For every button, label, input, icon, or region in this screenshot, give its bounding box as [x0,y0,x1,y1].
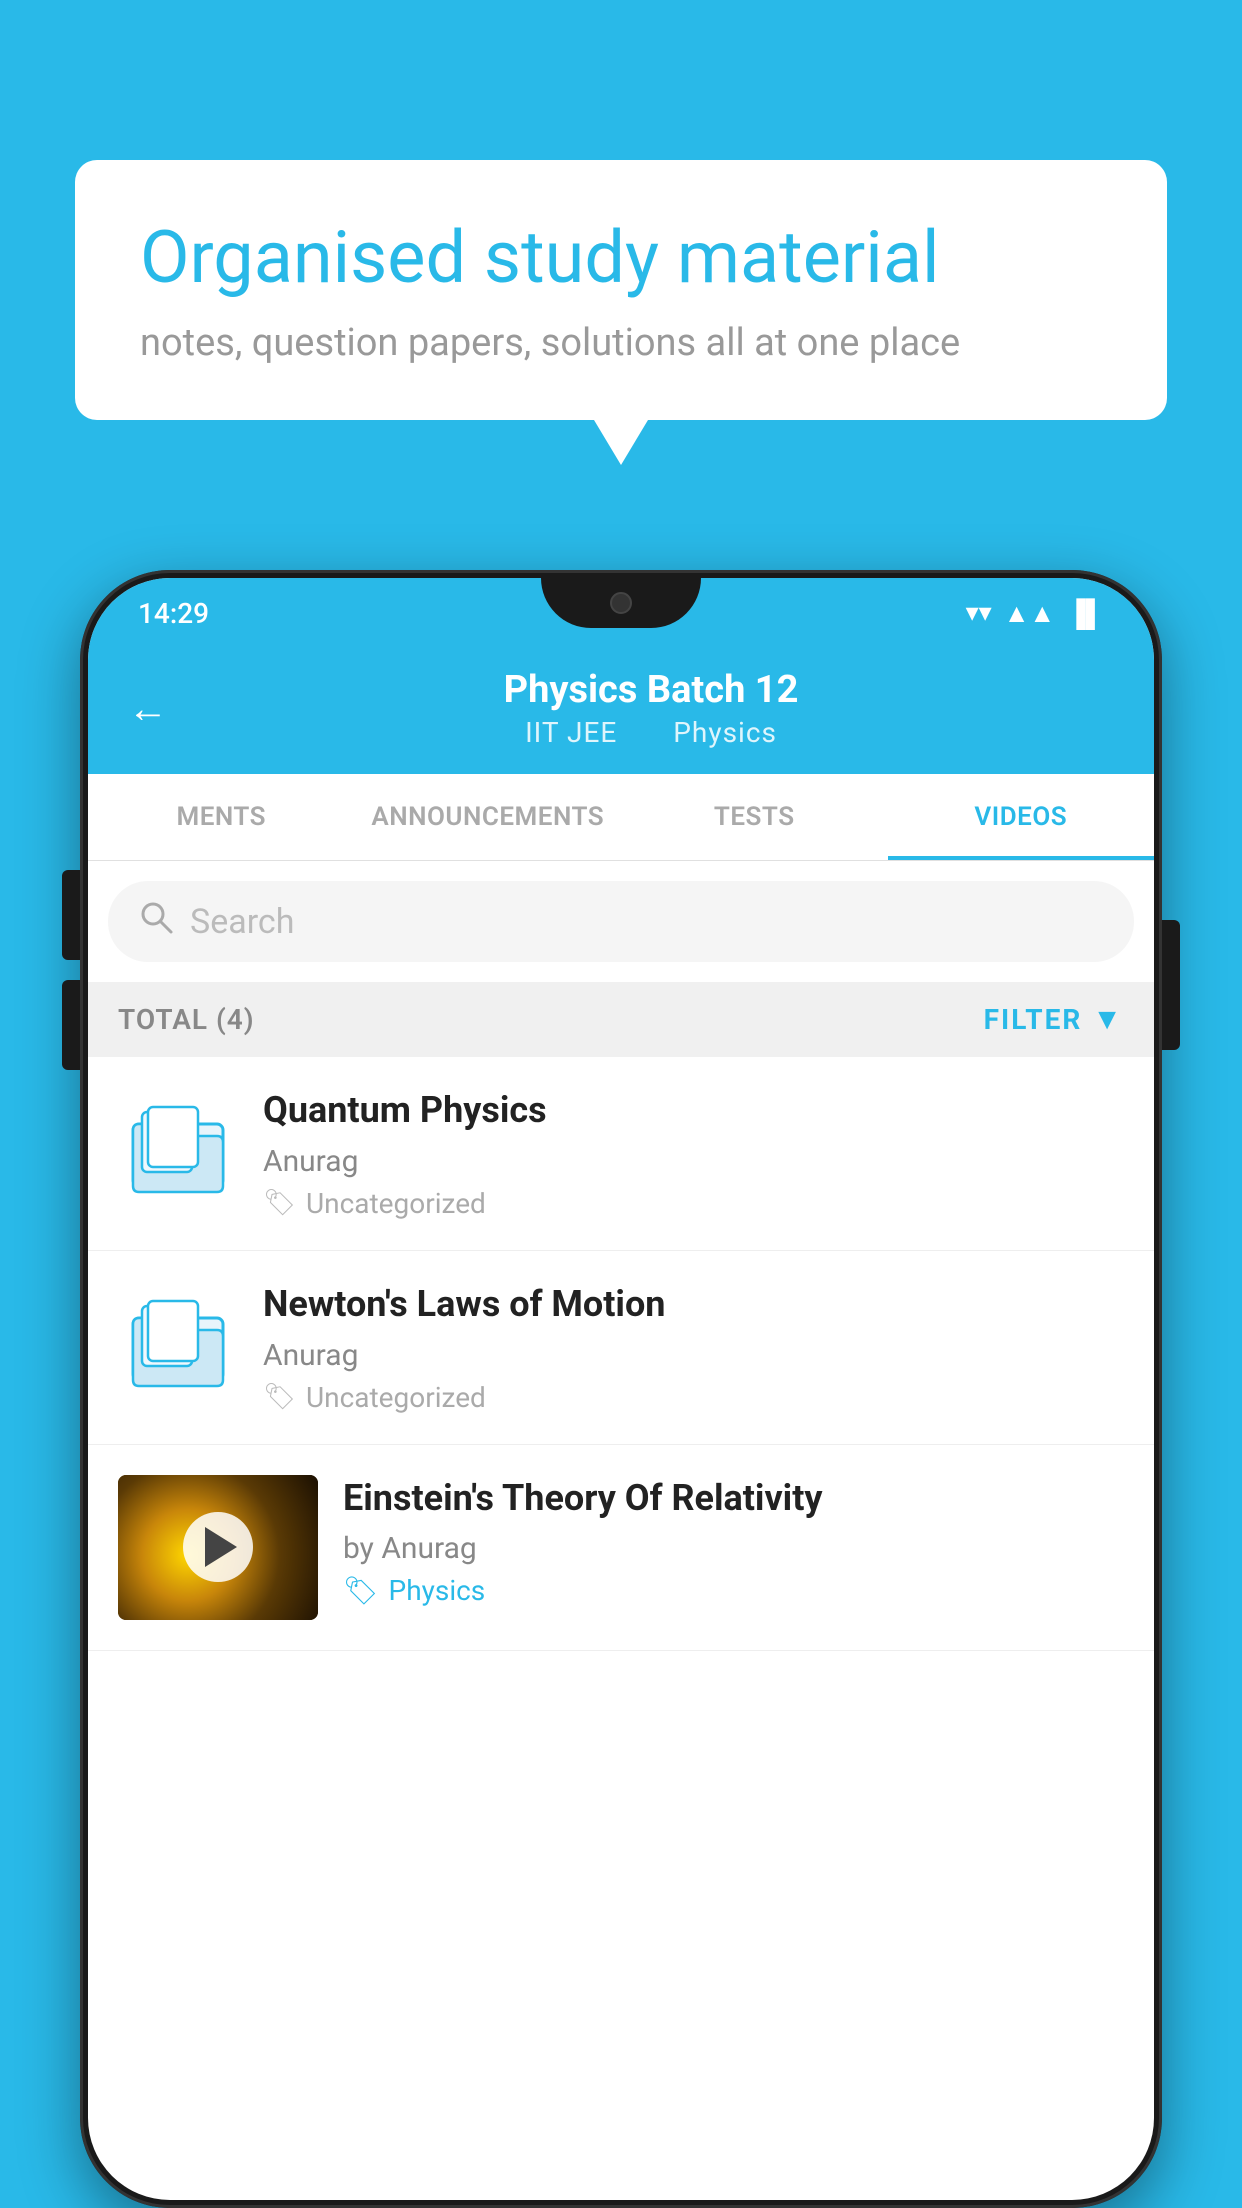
phone-notch [541,578,701,628]
tag-icon-einstein: 🏷 [343,1574,379,1607]
search-placeholder: Search [190,902,294,942]
tag-icon-newton: 🏷 [263,1382,296,1412]
video-author-quantum: Anurag [263,1144,1124,1179]
bubble-title: Organised study material [140,215,1102,301]
filter-button[interactable]: FILTER ▼ [984,1002,1124,1037]
video-thumb-quantum [118,1087,238,1207]
phone-outer: 14:29 ▾▾ ▲▲ ▐▌ ← Physics Batch 12 IIT JE… [80,570,1162,2208]
tab-announcements[interactable]: ANNOUNCEMENTS [355,774,622,860]
tab-tests[interactable]: TESTS [621,774,888,860]
play-triangle-icon [205,1527,237,1567]
play-button-einstein[interactable] [183,1512,253,1582]
video-list: Quantum Physics Anurag 🏷 Uncategorized [88,1057,1154,1651]
video-info-einstein: Einstein's Theory Of Relativity by Anura… [343,1475,1124,1608]
search-bar[interactable]: Search [108,881,1134,962]
list-item[interactable]: Newton's Laws of Motion Anurag 🏷 Uncateg… [88,1251,1154,1445]
filter-label: FILTER [984,1003,1083,1036]
video-title-einstein: Einstein's Theory Of Relativity [343,1475,1124,1522]
video-thumb-newton [118,1281,238,1401]
video-title-newton: Newton's Laws of Motion [263,1281,1124,1328]
video-info-quantum: Quantum Physics Anurag 🏷 Uncategorized [263,1087,1124,1220]
search-icon [138,899,174,944]
video-author-einstein: by Anurag [343,1531,1124,1566]
tag-icon-quantum: 🏷 [263,1188,296,1218]
bubble-subtitle: notes, question papers, solutions all at… [140,321,1102,365]
phone-screen: 14:29 ▾▾ ▲▲ ▐▌ ← Physics Batch 12 IIT JE… [88,578,1154,2200]
video-tag-newton: 🏷 Uncategorized [263,1381,1124,1414]
wifi-icon: ▾▾ [966,598,992,628]
app-bar-title: Physics Batch 12 [188,668,1114,712]
app-bar: ← Physics Batch 12 IIT JEE Physics [88,648,1154,774]
subtitle-physics: Physics [673,716,777,749]
battery-icon: ▐▌ [1067,598,1104,629]
speech-bubble-container: Organised study material notes, question… [75,160,1167,420]
filter-bar: TOTAL (4) FILTER ▼ [88,982,1154,1057]
tab-ments[interactable]: MENTS [88,774,355,860]
video-thumbnail-einstein [118,1475,318,1620]
list-item[interactable]: Quantum Physics Anurag 🏷 Uncategorized [88,1057,1154,1251]
list-item[interactable]: Einstein's Theory Of Relativity by Anura… [88,1445,1154,1651]
subtitle-iit: IIT JEE [525,716,617,749]
tab-videos[interactable]: VIDEOS [888,774,1155,860]
app-bar-top: ← Physics Batch 12 IIT JEE Physics [128,668,1114,749]
total-count: TOTAL (4) [118,1003,255,1036]
signal-icon: ▲▲ [1004,598,1055,629]
phone-container: 14:29 ▾▾ ▲▲ ▐▌ ← Physics Batch 12 IIT JE… [80,570,1162,2208]
status-time: 14:29 [138,597,209,630]
video-tag-einstein: 🏷 Physics [343,1574,1124,1607]
filter-funnel-icon: ▼ [1092,1002,1124,1037]
status-icons: ▾▾ ▲▲ ▐▌ [966,598,1104,629]
video-title-quantum: Quantum Physics [263,1087,1124,1134]
speech-bubble: Organised study material notes, question… [75,160,1167,420]
video-author-newton: Anurag [263,1338,1124,1373]
back-button[interactable]: ← [128,685,168,732]
video-tag-quantum: 🏷 Uncategorized [263,1187,1124,1220]
app-bar-subtitle: IIT JEE Physics [188,716,1114,749]
app-bar-title-container: Physics Batch 12 IIT JEE Physics [188,668,1114,749]
camera-dot [610,592,632,614]
tabs-container: MENTS ANNOUNCEMENTS TESTS VIDEOS [88,774,1154,861]
video-info-newton: Newton's Laws of Motion Anurag 🏷 Uncateg… [263,1281,1124,1414]
